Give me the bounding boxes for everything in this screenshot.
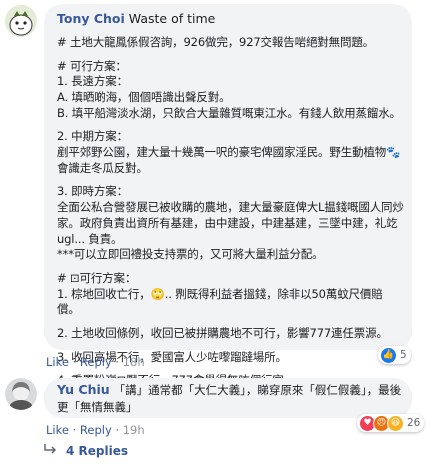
like-icon: 👍: [380, 346, 397, 364]
reaction-count: 26: [407, 417, 421, 429]
avatar[interactable]: [5, 378, 37, 410]
reply-arrow-icon: [44, 443, 58, 458]
comment-author[interactable]: Tony Choi: [57, 11, 125, 26]
avatar[interactable]: [5, 5, 37, 37]
like-button[interactable]: Like: [46, 355, 69, 369]
comment-paragraph: # 可行方案： 1. 長遠方案： A. 填晒啲海，個個唔識出聲反對。 B. 填平…: [57, 58, 401, 120]
comment-actions: Like · Reply · 18h: [46, 355, 145, 369]
comment-paragraph: # ⊡可行方案： 1. 棕地回收亡行，🙄.. 𠝹既得利益者搵錢，除非以50萬蚊尺…: [57, 270, 383, 317]
comment-bubble: Tony Choi Waste of time # 土地大龍鳳係假咨詢，926做…: [44, 4, 412, 387]
comment-bubble: Yu Chiu 「講」通常都「大仁大義」，睇穿原來「假仁假義」，最後更「無情無義…: [44, 378, 412, 418]
comment-paragraph: # 土地大龍鳳係假咨詢，926做完，927交報告啱絕對無問題。: [57, 34, 375, 49]
like-button[interactable]: Like: [46, 423, 69, 437]
reply-button[interactable]: Reply: [80, 355, 112, 369]
reactions-summary[interactable]: ♥ 😠 😆 26: [357, 414, 425, 432]
comment-actions: Like · Reply · 19h: [46, 423, 145, 437]
reaction-count: 5: [400, 349, 407, 361]
timestamp[interactable]: 19h: [123, 423, 145, 437]
comment-text: Waste of time: [128, 11, 216, 26]
replies-label[interactable]: 4 Replies: [66, 444, 128, 458]
haha-icon: 😆: [387, 414, 404, 432]
view-replies-link[interactable]: 4 Replies: [44, 443, 128, 458]
reply-button[interactable]: Reply: [80, 423, 112, 437]
comment-author[interactable]: Yu Chiu: [57, 382, 110, 397]
comment-paragraph: 3. 即時方案： 全面公私合營發展已被收購的農地，建大量豪庭俾大L揾錢嘅國人同炒…: [57, 184, 404, 262]
comment-paragraph: 2. 土地收回條例，收回已被拼購農地不可行，影響777連任票源。: [57, 326, 388, 341]
comment-paragraph: 2. 中期方案： 剷平郊野公園，建大量十幾萬一呎的豪宅俾國家淫民。野生動植物🐾會…: [57, 129, 401, 175]
timestamp[interactable]: 18h: [123, 355, 145, 369]
reactions-summary[interactable]: 👍 5: [378, 346, 411, 364]
